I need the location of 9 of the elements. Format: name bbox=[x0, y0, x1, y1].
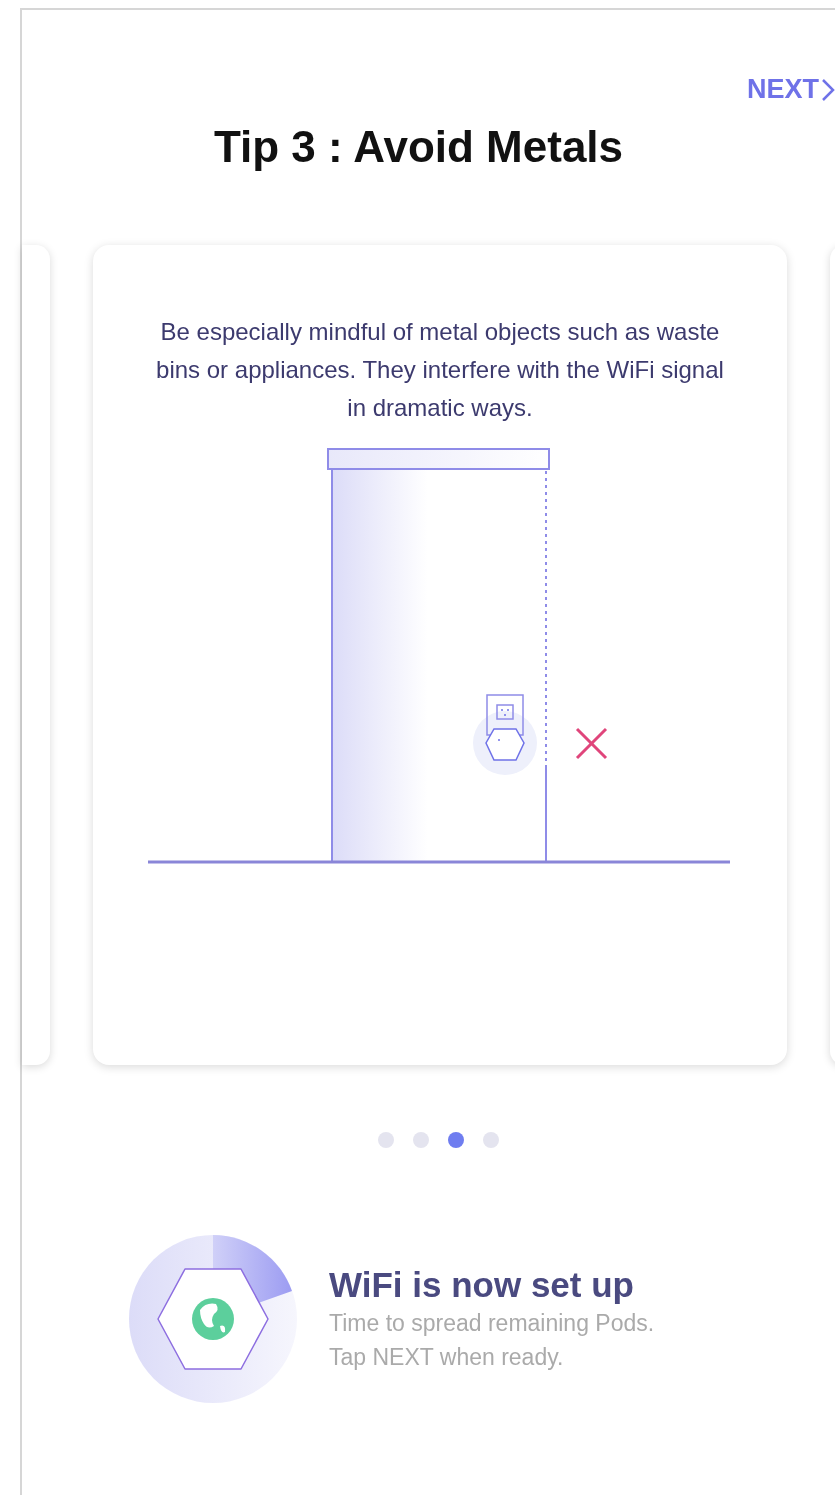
pod-status-icon bbox=[128, 1234, 298, 1404]
tip-description: Be especially mindful of metal objects such as waste bins or appliances. They interfere with the WiFi signal in dramatic ways. bbox=[155, 317, 725, 423]
cross-icon bbox=[575, 727, 608, 760]
chevron-right-icon bbox=[821, 77, 835, 102]
status-message: Time to spread remaining Pods. bbox=[329, 1309, 655, 1338]
status-message: Tap NEXT when ready. bbox=[329, 1343, 565, 1372]
status-title: WiFi is now set up bbox=[329, 1264, 635, 1306]
next-button[interactable]: NEXT bbox=[747, 76, 835, 103]
page-title: Tip 3 : Avoid Metals bbox=[212, 125, 625, 169]
